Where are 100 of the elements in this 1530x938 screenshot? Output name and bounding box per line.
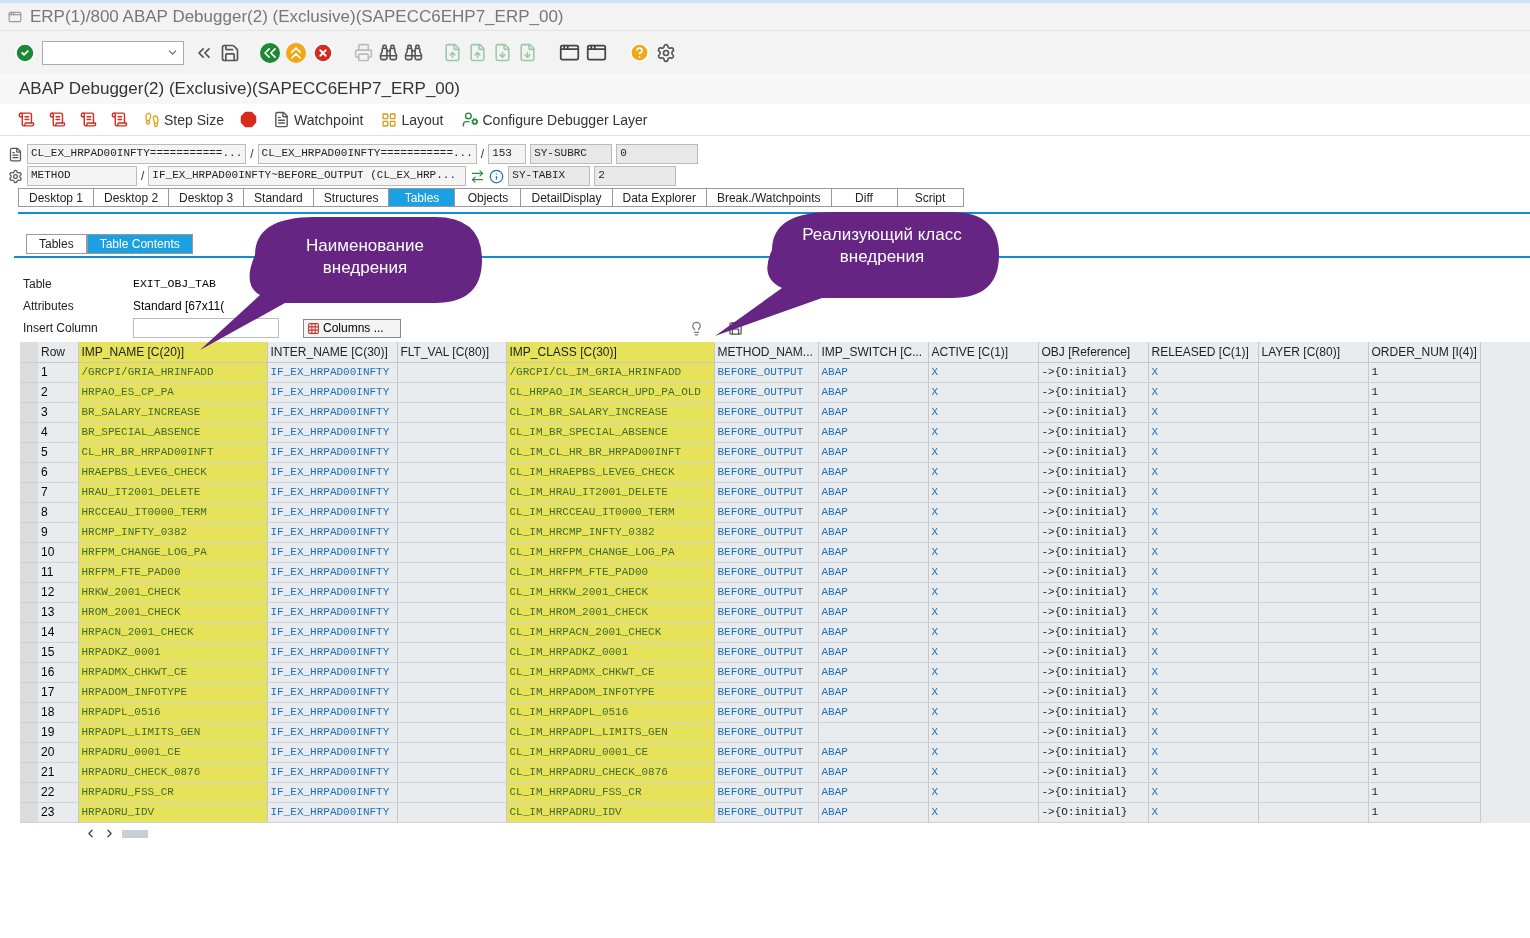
row-selector[interactable] <box>20 462 38 482</box>
settings-icon[interactable] <box>656 42 676 63</box>
row-number: 9 <box>38 522 78 542</box>
column-header[interactable]: FLT_VAL [C(80)] <box>397 342 506 362</box>
row-selector[interactable] <box>20 762 38 782</box>
row-selector[interactable] <box>20 622 38 642</box>
print-icon[interactable] <box>354 43 373 62</box>
row-number: 14 <box>38 622 78 642</box>
row-selector[interactable] <box>20 562 38 582</box>
row-selector[interactable] <box>20 442 38 462</box>
tab[interactable]: Standard <box>244 188 314 207</box>
step-icon[interactable] <box>18 111 35 128</box>
row-selector[interactable] <box>20 742 38 762</box>
confirm-icon[interactable] <box>14 41 36 64</box>
tab[interactable]: Desktop 3 <box>169 188 245 207</box>
event-field[interactable]: IF_EX_HRPAD00INFTY~BEFORE_OUTPUT (CL_EX_HRP... <box>148 166 467 186</box>
event-type-field[interactable]: METHOD <box>27 166 137 186</box>
row-selector[interactable] <box>20 802 38 822</box>
column-header[interactable]: IMP_SWITCH [C... <box>818 342 928 362</box>
row-selector[interactable] <box>20 682 38 702</box>
row-number: 10 <box>38 542 78 562</box>
tab[interactable]: Break./Watchpoints <box>706 188 832 207</box>
scroll-thumb[interactable] <box>122 829 148 838</box>
line-field[interactable]: 153 <box>488 144 527 164</box>
column-header[interactable]: IMP_CLASS [C(30)] <box>506 342 714 362</box>
callout-text: Наименование внедрения <box>305 235 425 279</box>
shortcut-icon[interactable] <box>586 42 607 63</box>
columns-button[interactable]: Columns ... <box>303 318 401 338</box>
column-header[interactable]: LAYER [C(80)] <box>1258 342 1368 362</box>
column-header[interactable]: ACTIVE [C(1)] <box>928 342 1038 362</box>
program-field[interactable]: CL_EX_HRPAD00INFTY===========... <box>27 144 247 164</box>
tab[interactable]: Data Explorer <box>612 188 707 207</box>
step-icon[interactable] <box>80 111 97 128</box>
stop-icon[interactable] <box>239 111 257 128</box>
step-icon[interactable] <box>49 111 66 128</box>
row-selector[interactable] <box>20 522 38 542</box>
column-header[interactable]: OBJ [Reference] <box>1038 342 1148 362</box>
row-selector[interactable] <box>20 362 38 382</box>
new-session-icon[interactable] <box>559 42 580 63</box>
row-number: 16 <box>38 662 78 682</box>
watchpoint-button[interactable]: Watchpoint <box>270 111 366 128</box>
column-header[interactable]: ORDER_NUM [I(4)] <box>1368 342 1481 362</box>
row-number: 6 <box>38 462 78 482</box>
row-selector[interactable] <box>20 502 38 522</box>
tab[interactable]: Objects <box>455 188 522 207</box>
step-size-button[interactable]: Step Size <box>142 111 226 128</box>
column-header[interactable]: IMP_NAME [C(20)] <box>78 342 267 362</box>
window-menu-icon[interactable] <box>8 9 22 24</box>
last-page-icon[interactable] <box>518 43 537 62</box>
find-next-icon[interactable] <box>404 43 423 62</box>
select-all-cell[interactable] <box>20 342 38 362</box>
row-number: 1 <box>38 362 78 382</box>
layout-button[interactable]: Layout <box>379 111 446 128</box>
back-icon[interactable] <box>260 42 280 63</box>
cancel-icon[interactable] <box>312 41 334 64</box>
field-label: Attributes <box>23 298 75 315</box>
row-number: 4 <box>38 422 78 442</box>
tab[interactable]: Diff <box>831 188 898 207</box>
column-header[interactable]: Row <box>38 342 78 362</box>
help-icon[interactable] <box>629 42 650 63</box>
screen-title: ABAP Debugger(2) (Exclusive)(SAPECC6EHP7_ERP_00) <box>0 74 1530 104</box>
navigate-icon[interactable] <box>470 168 486 184</box>
info-icon[interactable] <box>489 168 505 184</box>
subtab[interactable]: Tables <box>26 234 87 254</box>
row-number: 21 <box>38 762 78 782</box>
row-selector[interactable] <box>20 582 38 602</box>
row-selector[interactable] <box>20 782 38 802</box>
column-header[interactable]: INTER_NAME [C(30)] <box>267 342 397 362</box>
row-selector[interactable] <box>20 662 38 682</box>
find-icon[interactable] <box>379 43 398 62</box>
tab[interactable]: Desktop 1 <box>18 188 95 207</box>
column-header[interactable]: RELEASED [C(1)] <box>1148 342 1258 362</box>
row-selector[interactable] <box>20 382 38 402</box>
previous-page-icon[interactable] <box>468 43 487 62</box>
tab[interactable]: Structures <box>313 188 390 207</box>
tab[interactable]: Script <box>897 188 964 207</box>
row-selector[interactable] <box>20 602 38 622</box>
source-icon <box>8 146 23 162</box>
row-number: 12 <box>38 582 78 602</box>
sysvar-value-field[interactable]: 2 <box>594 166 677 186</box>
row-selector[interactable] <box>20 402 38 422</box>
row-selector[interactable] <box>20 482 38 502</box>
row-number: 7 <box>38 482 78 502</box>
row-selector[interactable] <box>20 702 38 722</box>
include-field[interactable]: CL_EX_HRPAD00INFTY===========... <box>257 144 477 164</box>
first-page-icon[interactable] <box>443 43 462 62</box>
sysvar-value-field[interactable]: 0 <box>616 144 699 164</box>
row-selector[interactable] <box>20 642 38 662</box>
tab[interactable]: DetailDisplay <box>521 188 613 207</box>
row-selector[interactable] <box>20 722 38 742</box>
step-icon[interactable] <box>111 111 128 128</box>
row-selector[interactable] <box>20 542 38 562</box>
exit-icon[interactable] <box>286 42 306 63</box>
configure-layer-button[interactable]: Configure Debugger Layer <box>459 111 650 128</box>
command-field[interactable] <box>42 40 184 65</box>
row-selector[interactable] <box>20 422 38 442</box>
tab[interactable]: Desktop 2 <box>94 188 170 207</box>
save-icon[interactable] <box>220 42 240 63</box>
next-page-icon[interactable] <box>493 43 512 62</box>
column-header[interactable]: METHOD_NAM... <box>714 342 818 362</box>
